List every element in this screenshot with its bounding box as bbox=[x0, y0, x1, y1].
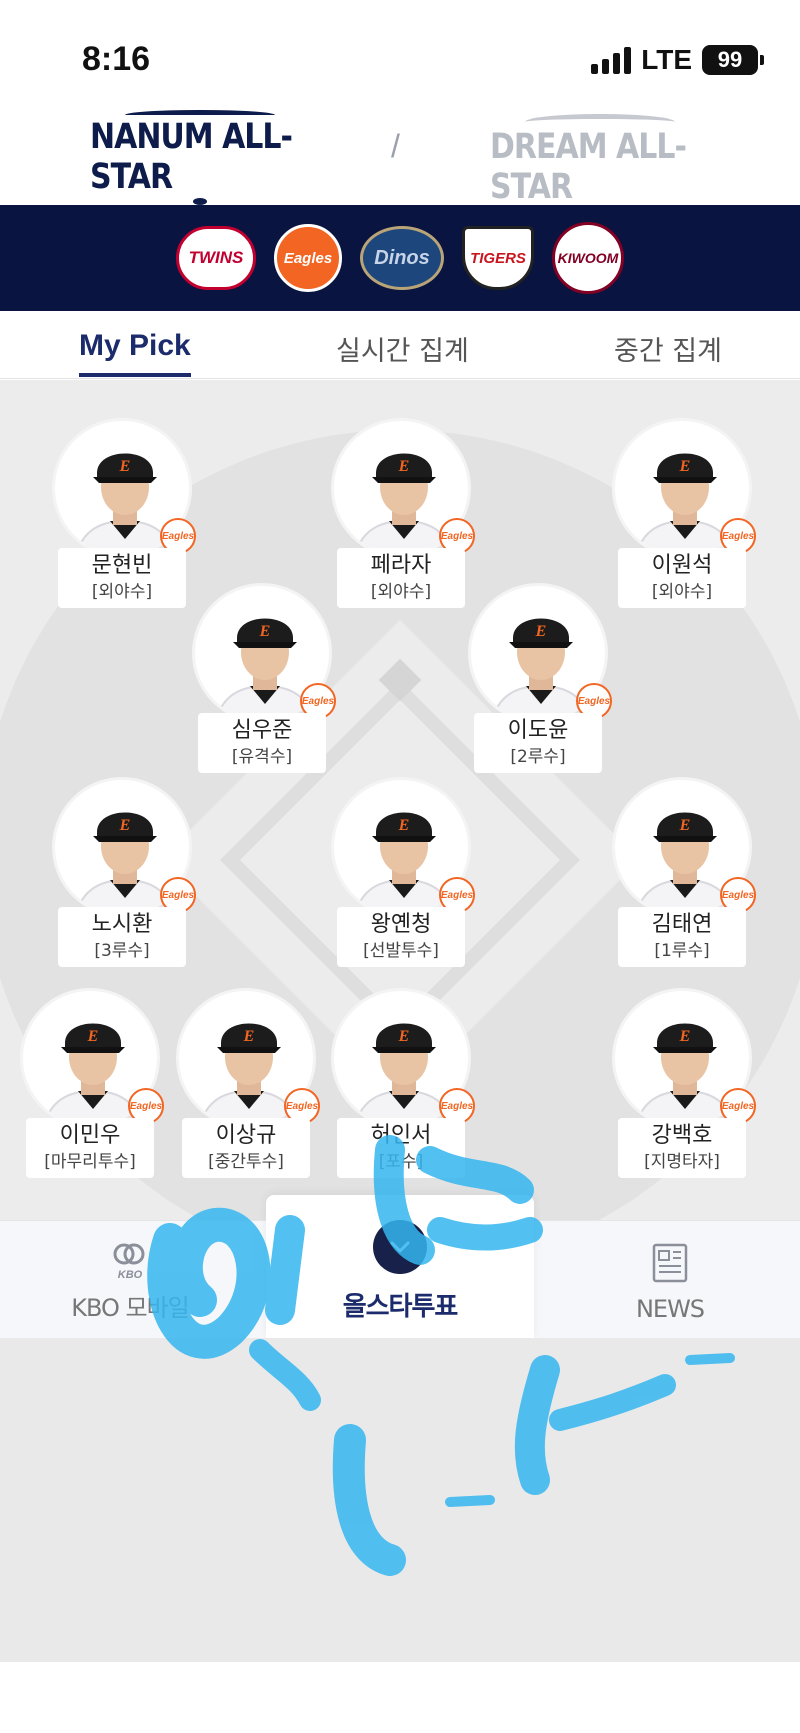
svg-text:E: E bbox=[119, 458, 131, 475]
player-position: [외야수] bbox=[91, 582, 153, 602]
player-position: [지명타자] bbox=[644, 1152, 720, 1172]
svg-text:E: E bbox=[398, 458, 410, 475]
player-label: 강백호 [지명타자] bbox=[618, 1118, 746, 1178]
status-bar: 8:16 LTE 99 bbox=[0, 0, 800, 110]
player-label: 이도윤 [2루수] bbox=[474, 713, 602, 773]
player-position: [외야수] bbox=[651, 582, 713, 602]
kbo-icon-text: KBO bbox=[118, 1269, 143, 1281]
tab-dream-allstar[interactable]: DREAM ALL-STAR bbox=[490, 110, 710, 207]
player-card[interactable]: E Eagles 이원석 [외야수] bbox=[612, 418, 756, 618]
svg-text:E: E bbox=[679, 817, 691, 834]
player-label: 노시환 [3루수] bbox=[58, 907, 186, 967]
player-name: 허인서 bbox=[370, 1123, 432, 1148]
dream-allstar-logo: DREAM ALL-STAR bbox=[490, 126, 687, 207]
player-card[interactable]: E Eagles 심우준 [유격수] bbox=[192, 583, 336, 783]
svg-text:E: E bbox=[398, 817, 410, 834]
kiwoom-heroes-logo[interactable]: KIWOOM bbox=[552, 222, 624, 294]
player-label: 문현빈 [외야수] bbox=[58, 548, 186, 608]
player-card[interactable]: E Eagles 왕옌청 [선발투수] bbox=[331, 777, 475, 977]
allstar-selector: NANUM ALL-STAR / DREAM ALL-STAR bbox=[0, 110, 800, 207]
player-name: 이상규 bbox=[215, 1123, 277, 1148]
player-label: 김태연 [1루수] bbox=[618, 907, 746, 967]
home-indicator-area bbox=[0, 1662, 800, 1733]
player-position: [2루수] bbox=[510, 747, 566, 767]
hanwha-eagles-logo[interactable]: Eagles bbox=[274, 224, 342, 292]
svg-text:E: E bbox=[87, 1028, 99, 1045]
player-card[interactable]: E Eagles 문현빈 [외야수] bbox=[52, 418, 196, 618]
svg-text:E: E bbox=[259, 623, 271, 640]
player-position: [중간투수] bbox=[208, 1152, 284, 1172]
network-type: LTE bbox=[641, 44, 692, 75]
player-name: 김태연 bbox=[651, 912, 713, 937]
lg-twins-logo[interactable]: TWINS bbox=[176, 226, 256, 290]
field: E Eagles 문현빈 [외야수] E Eagles 페라자 [외야수] E … bbox=[0, 380, 800, 1220]
nav-vote-label: 올스타투표 bbox=[342, 1292, 459, 1322]
player-label: 왕옌청 [선발투수] bbox=[337, 907, 465, 967]
player-position: [외야수] bbox=[370, 582, 432, 602]
active-indicator bbox=[193, 198, 207, 205]
status-indicators: LTE 99 bbox=[591, 44, 764, 76]
player-card[interactable]: E Eagles 이상규 [중간투수] bbox=[176, 988, 320, 1188]
player-label: 이상규 [중간투수] bbox=[182, 1118, 310, 1178]
player-label: 허인서 [포수] bbox=[337, 1118, 465, 1178]
svg-text:E: E bbox=[679, 1028, 691, 1045]
nav-news[interactable]: NEWS bbox=[610, 1221, 730, 1339]
player-label: 페라자 [외야수] bbox=[337, 548, 465, 608]
bottom-nav: KBO KBO 모바일 올스타투표 NEWS bbox=[0, 1195, 800, 1339]
nanum-allstar-logo: NANUM ALL-STAR bbox=[90, 117, 293, 198]
player-name: 강백호 bbox=[651, 1123, 713, 1148]
svg-text:E: E bbox=[535, 623, 547, 640]
newspaper-icon bbox=[652, 1243, 688, 1283]
player-card[interactable]: E Eagles 이민우 [마무리투수] bbox=[20, 988, 164, 1188]
nav-allstar-vote[interactable]: 올스타투표 bbox=[266, 1195, 534, 1339]
player-card[interactable]: E Eagles 이도윤 [2루수] bbox=[468, 583, 612, 783]
svg-text:E: E bbox=[243, 1028, 255, 1045]
player-label: 이민우 [마무리투수] bbox=[26, 1118, 154, 1178]
tab-nanum-allstar[interactable]: NANUM ALL-STAR bbox=[90, 110, 310, 205]
status-time: 8:16 bbox=[82, 40, 151, 78]
section-tabs: My Pick 실시간 집계 중간 집계 bbox=[0, 311, 800, 379]
svg-text:E: E bbox=[398, 1028, 410, 1045]
empty-area bbox=[0, 1338, 800, 1662]
player-name: 심우준 bbox=[231, 718, 293, 743]
player-name: 이민우 bbox=[59, 1123, 121, 1148]
player-position: [유격수] bbox=[231, 747, 293, 767]
player-name: 페라자 bbox=[370, 553, 432, 578]
player-position: [포수] bbox=[378, 1152, 424, 1172]
nc-dinos-logo[interactable]: Dinos bbox=[360, 226, 444, 290]
nav-kbo-label: KBO 모바일 bbox=[71, 1294, 190, 1322]
player-name: 이원석 bbox=[651, 553, 713, 578]
team-strip: TWINS Eagles Dinos TIGERS KIWOOM bbox=[0, 205, 800, 311]
player-card[interactable]: E Eagles 페라자 [외야수] bbox=[331, 418, 475, 618]
tab-mid-count[interactable]: 중간 집계 bbox=[614, 329, 722, 368]
tab-live-count[interactable]: 실시간 집계 bbox=[336, 329, 469, 368]
tab-my-pick[interactable]: My Pick bbox=[79, 329, 191, 377]
chevron-down-icon bbox=[373, 1220, 427, 1274]
player-card[interactable]: E Eagles 김태연 [1루수] bbox=[612, 777, 756, 977]
player-position: [마무리투수] bbox=[44, 1152, 136, 1172]
player-name: 문현빈 bbox=[91, 553, 153, 578]
player-card[interactable]: E Eagles 허인서 [포수] bbox=[331, 988, 475, 1188]
player-name: 왕옌청 bbox=[370, 912, 432, 937]
player-label: 심우준 [유격수] bbox=[198, 713, 326, 773]
nav-kbo-mobile[interactable]: KBO KBO 모바일 bbox=[60, 1221, 200, 1339]
kia-tigers-logo[interactable]: TIGERS bbox=[462, 226, 534, 290]
player-position: [3루수] bbox=[94, 941, 150, 961]
player-position: [선발투수] bbox=[363, 941, 439, 961]
player-label: 이원석 [외야수] bbox=[618, 548, 746, 608]
svg-text:E: E bbox=[119, 817, 131, 834]
nav-news-label: NEWS bbox=[635, 1295, 705, 1323]
player-card[interactable]: E Eagles 강백호 [지명타자] bbox=[612, 988, 756, 1188]
signal-icon bbox=[591, 46, 632, 74]
player-name: 이도윤 bbox=[507, 718, 569, 743]
player-name: 노시환 bbox=[91, 912, 153, 937]
player-position: [1루수] bbox=[654, 941, 710, 961]
player-card[interactable]: E Eagles 노시환 [3루수] bbox=[52, 777, 196, 977]
battery-icon: 99 bbox=[702, 45, 764, 75]
kbo-logo-icon: KBO bbox=[113, 1243, 145, 1281]
divider: / bbox=[391, 128, 400, 164]
svg-text:E: E bbox=[679, 458, 691, 475]
